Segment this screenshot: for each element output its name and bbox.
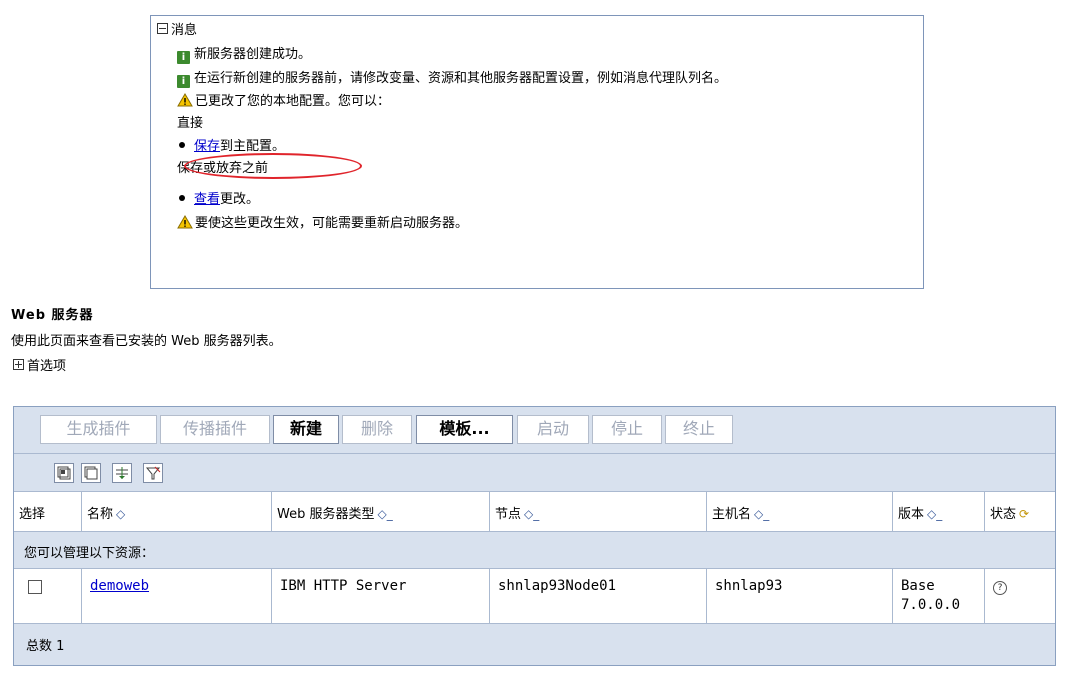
new-button[interactable]: 新建: [273, 415, 339, 444]
column-label: 状态: [990, 507, 1017, 522]
message-text: 新服务器创建成功。: [194, 47, 312, 62]
save-link[interactable]: 保存: [194, 139, 220, 154]
show-filter-icon[interactable]: [112, 463, 132, 483]
version-line-2: 7.0.0.0: [901, 597, 961, 613]
type-cell: IBM HTTP Server: [272, 569, 490, 623]
deselect-all-icon[interactable]: [81, 463, 101, 483]
column-select: 选择: [14, 492, 82, 531]
column-status[interactable]: 状态 ⟳: [985, 492, 1055, 531]
column-label: 名称: [87, 507, 114, 522]
status-unknown-icon: ?: [993, 581, 1007, 595]
start-button[interactable]: 启动: [517, 415, 589, 444]
expand-icon[interactable]: [13, 359, 24, 370]
message-info-2: i 在运行新创建的服务器前，请修改变量、资源和其他服务器配置设置，例如消息代理队列…: [177, 70, 727, 88]
sort-icon[interactable]: ◇_: [754, 507, 769, 521]
messages-title: 消息: [171, 23, 198, 38]
message-warning-2: 要使这些更改生效，可能需要重新启动服务器。: [177, 215, 468, 233]
table-header: 选择 名称 ◇ Web 服务器类型 ◇_ 节点 ◇_ 主机名 ◇_ 版本 ◇_ 状态 ⟳: [14, 492, 1055, 532]
review-link[interactable]: 查看: [194, 192, 220, 207]
node-cell: shnlap93Node01: [490, 569, 707, 623]
review-option: 查看更改。: [177, 191, 259, 209]
column-label: 版本: [898, 507, 925, 522]
generate-plugin-button[interactable]: 生成插件: [40, 415, 157, 444]
preferences-label: 首选项: [27, 359, 67, 374]
row-checkbox[interactable]: [28, 580, 42, 594]
name-cell: demoweb: [82, 569, 272, 623]
version-line-1: Base: [901, 578, 935, 594]
message-text: 要使这些更改生效，可能需要重新启动服务器。: [195, 216, 469, 231]
sort-icon[interactable]: ◇_: [377, 507, 392, 521]
terminate-button[interactable]: 终止: [665, 415, 733, 444]
status-cell: ?: [985, 569, 1055, 623]
bullet: [179, 142, 185, 148]
review-suffix: 更改。: [220, 192, 260, 207]
preferences-toggle[interactable]: 首选项: [13, 355, 66, 374]
server-name-link[interactable]: demoweb: [90, 578, 149, 594]
column-label: 节点: [495, 507, 522, 522]
direct-label: 直接: [177, 116, 204, 131]
page-title: Web 服务器: [11, 308, 94, 323]
select-all-icon[interactable]: [54, 463, 74, 483]
select-cell: [14, 569, 82, 623]
collapse-toggle-icon[interactable]: [157, 23, 168, 34]
info-icon: i: [177, 51, 190, 64]
warning-icon: [177, 215, 193, 229]
column-label: 主机名: [712, 507, 752, 522]
template-button[interactable]: 模板...: [416, 415, 513, 444]
warning-icon: [177, 93, 193, 107]
sort-icon[interactable]: ◇_: [524, 507, 539, 521]
before-label: 保存或放弃之前: [177, 161, 269, 176]
refresh-icon[interactable]: ⟳: [1019, 507, 1029, 521]
host-cell: shnlap93: [707, 569, 893, 623]
group-row: 您可以管理以下资源：: [14, 532, 1055, 569]
table-row: demoweb IBM HTTP Server shnlap93Node01 s…: [14, 569, 1055, 624]
messages-panel: 消息 i 新服务器创建成功。 i 在运行新创建的服务器前，请修改变量、资源和其他服务…: [150, 15, 924, 289]
save-option: 保存到主配置。: [177, 138, 285, 156]
table-icon-toolbar: [14, 454, 1055, 492]
message-text: 在运行新创建的服务器前，请修改变量、资源和其他服务器配置设置，例如消息代理队列名…: [194, 71, 728, 86]
column-node[interactable]: 节点 ◇_: [490, 492, 707, 531]
message-info-1: i 新服务器创建成功。: [177, 46, 311, 64]
column-label: Web 服务器类型: [277, 507, 375, 522]
delete-button[interactable]: 删除: [342, 415, 412, 444]
column-version[interactable]: 版本 ◇_: [893, 492, 985, 531]
save-suffix: 到主配置。: [220, 139, 286, 154]
column-type[interactable]: Web 服务器类型 ◇_: [272, 492, 490, 531]
action-toolbar: 生成插件 传播插件 新建 删除 模板... 启动 停止 终止: [14, 407, 1055, 454]
propagate-plugin-button[interactable]: 传播插件: [160, 415, 270, 444]
message-text: 已更改了您的本地配置。您可以：: [195, 94, 391, 109]
web-servers-table: 生成插件 传播插件 新建 删除 模板... 启动 停止 终止 选择 名称 ◇ We…: [13, 406, 1056, 666]
version-cell: Base 7.0.0.0: [893, 569, 985, 623]
column-host[interactable]: 主机名 ◇_: [707, 492, 893, 531]
page-description: 使用此页面来查看已安装的 Web 服务器列表。: [11, 334, 282, 349]
sort-icon[interactable]: ◇: [116, 507, 125, 521]
clear-filter-icon[interactable]: [143, 463, 163, 483]
info-icon: i: [177, 75, 190, 88]
sort-icon[interactable]: ◇_: [927, 507, 942, 521]
column-name[interactable]: 名称 ◇: [82, 492, 272, 531]
bullet: [179, 195, 185, 201]
messages-header[interactable]: 消息: [157, 22, 197, 40]
table-total: 总数 1: [14, 624, 1055, 665]
message-warning-1: 已更改了您的本地配置。您可以：: [177, 93, 390, 111]
stop-button[interactable]: 停止: [592, 415, 662, 444]
